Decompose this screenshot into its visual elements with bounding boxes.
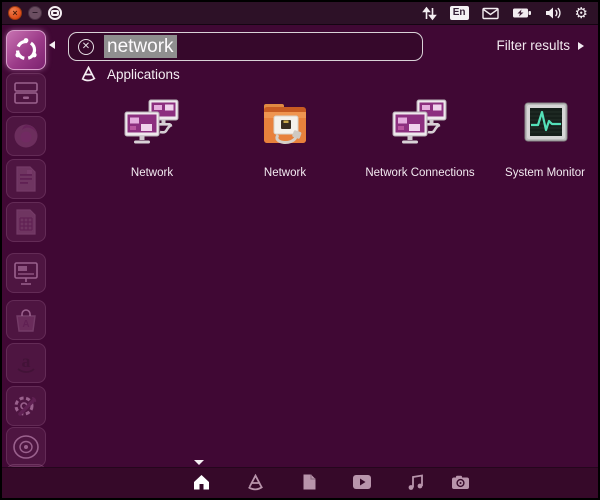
result-item-network-folder[interactable]: Network [223,98,347,179]
lens-files-icon[interactable] [299,472,319,492]
lens-music-icon[interactable] [406,472,426,492]
workspace-switcher-icon [13,435,39,459]
impress-presentation-icon [14,262,38,285]
result-label: Network [263,167,307,179]
result-label: Network Connections [365,167,475,179]
dash-collapse-arrow[interactable] [194,460,204,465]
calc-spreadsheet-icon [16,209,36,235]
indicator-tray: En ⚙ [421,4,598,22]
launcher-item-software-center[interactable]: A [6,300,46,340]
minimize-button[interactable]: – [28,6,42,20]
lens-bar [2,467,598,498]
maximize-button[interactable] [48,6,62,20]
launcher-item-firefox[interactable] [6,116,46,156]
settings-gear-wrench-icon [14,396,37,416]
window-controls: × – [8,6,62,20]
top-panel: × – En ⚙ [2,2,598,25]
files-drawer-icon [14,82,38,104]
launcher-item-libreoffice-calc[interactable] [6,202,46,242]
launcher-item-workspace-switcher[interactable] [6,427,46,467]
svg-text:A: A [22,319,29,330]
launcher-item-libreoffice-writer[interactable] [6,159,46,199]
battery-icon[interactable] [512,4,532,22]
clear-search-icon[interactable]: ✕ [78,38,94,55]
system-monitor-icon [516,98,574,159]
settings-gear-icon[interactable]: ⚙ [575,4,588,22]
launcher-item-system-settings[interactable] [6,386,46,426]
launcher-item-amazon[interactable]: a [6,343,46,383]
ubuntu-logo-icon [15,38,37,61]
applications-category-header: Applications [80,66,180,82]
software-center-bag-icon: A [16,309,36,332]
close-button[interactable]: × [8,6,22,20]
filter-results-label: Filter results [496,38,570,53]
result-item-network-connections[interactable]: Network Connections [358,98,482,179]
mail-icon[interactable] [481,4,499,22]
writer-document-icon [16,166,36,192]
keyboard-layout-indicator[interactable]: En [449,4,469,22]
lens-photos-icon[interactable] [450,472,470,492]
amazon-icon: a [17,351,35,373]
launcher-item-libreoffice-impress[interactable] [6,253,46,293]
svg-text:a: a [22,351,31,371]
launcher-item-files[interactable] [6,73,46,113]
network-computers-icon [391,98,449,159]
launcher-focus-arrow-icon [49,41,55,49]
result-item-system-monitor[interactable]: System Monitor [483,98,598,179]
search-text-selected: network [104,35,177,58]
search-input[interactable]: ✕ network [68,32,423,61]
lens-applications-icon[interactable] [245,472,265,492]
firefox-icon [14,124,38,148]
lens-home-icon[interactable] [191,472,211,492]
applications-lens-icon [81,66,96,82]
volume-icon[interactable] [545,4,562,22]
keyboard-layout-label: En [449,6,469,20]
result-item-network-1[interactable]: Network [90,98,214,179]
maximize-icon [51,10,59,16]
network-computers-icon [123,98,181,159]
network-folder-icon [256,98,314,159]
result-label: System Monitor [505,167,585,179]
updown-arrows-icon[interactable] [421,4,437,22]
filter-results-button[interactable]: Filter results [496,38,584,53]
chevron-right-icon [578,41,584,50]
ubuntu-dash-button[interactable] [6,30,46,70]
applications-category-label: Applications [107,66,180,82]
unity-dash-screen: × – En ⚙ A a ✕ network Filter results Ap… [0,0,600,500]
result-label: Network [130,167,174,179]
launcher: A a [2,26,52,498]
lens-videos-icon[interactable] [352,472,372,492]
